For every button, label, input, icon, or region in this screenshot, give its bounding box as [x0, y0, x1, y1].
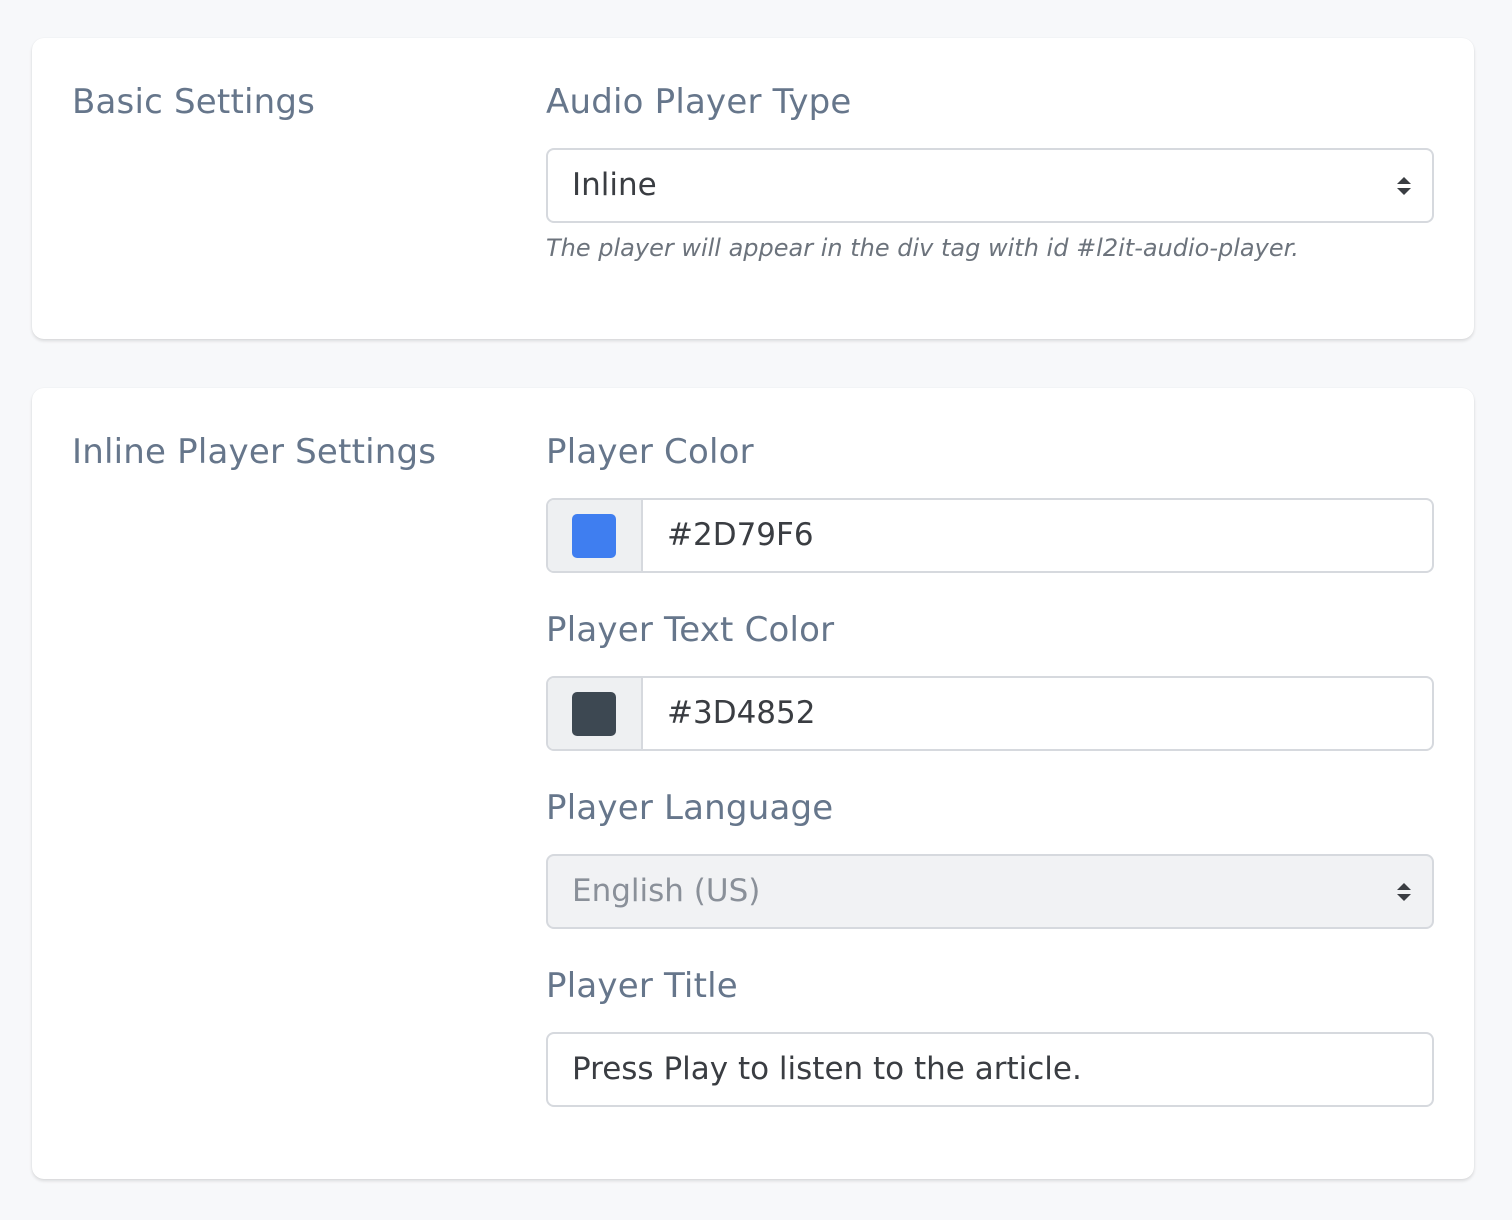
player-color-swatch[interactable] [572, 514, 616, 558]
inline-player-settings-title: Inline Player Settings [72, 432, 437, 472]
player-color-label: Player Color [546, 432, 754, 472]
player-language-value: English (US) [572, 873, 761, 909]
audio-player-type-label: Audio Player Type [546, 82, 852, 122]
player-title-label: Player Title [546, 966, 738, 1006]
audio-player-type-help: The player will appear in the div tag wi… [546, 234, 1299, 262]
player-language-label: Player Language [546, 788, 834, 828]
audio-player-type-select[interactable]: Inline [546, 148, 1434, 223]
player-title-value: Press Play to listen to the article. [572, 1051, 1082, 1087]
player-text-color-picker[interactable] [548, 678, 643, 749]
player-text-color-value[interactable]: #3D4852 [667, 678, 815, 749]
inline-player-settings-card: Inline Player Settings Player Color #2D7… [32, 388, 1474, 1179]
basic-settings-card: Basic Settings Audio Player Type Inline … [32, 38, 1474, 339]
player-color-picker[interactable] [548, 500, 643, 571]
settings-page: Basic Settings Audio Player Type Inline … [0, 0, 1512, 1220]
player-color-input-group: #2D79F6 [546, 498, 1434, 573]
audio-player-type-value: Inline [572, 167, 657, 203]
player-text-color-label: Player Text Color [546, 610, 835, 650]
sort-caret-icon [1397, 883, 1411, 901]
player-text-color-swatch[interactable] [572, 692, 616, 736]
player-text-color-input-group: #3D4852 [546, 676, 1434, 751]
basic-settings-title: Basic Settings [72, 82, 316, 122]
player-language-select[interactable]: English (US) [546, 854, 1434, 929]
player-title-input[interactable]: Press Play to listen to the article. [546, 1032, 1434, 1107]
player-color-value[interactable]: #2D79F6 [667, 500, 814, 571]
sort-caret-icon [1397, 177, 1411, 195]
